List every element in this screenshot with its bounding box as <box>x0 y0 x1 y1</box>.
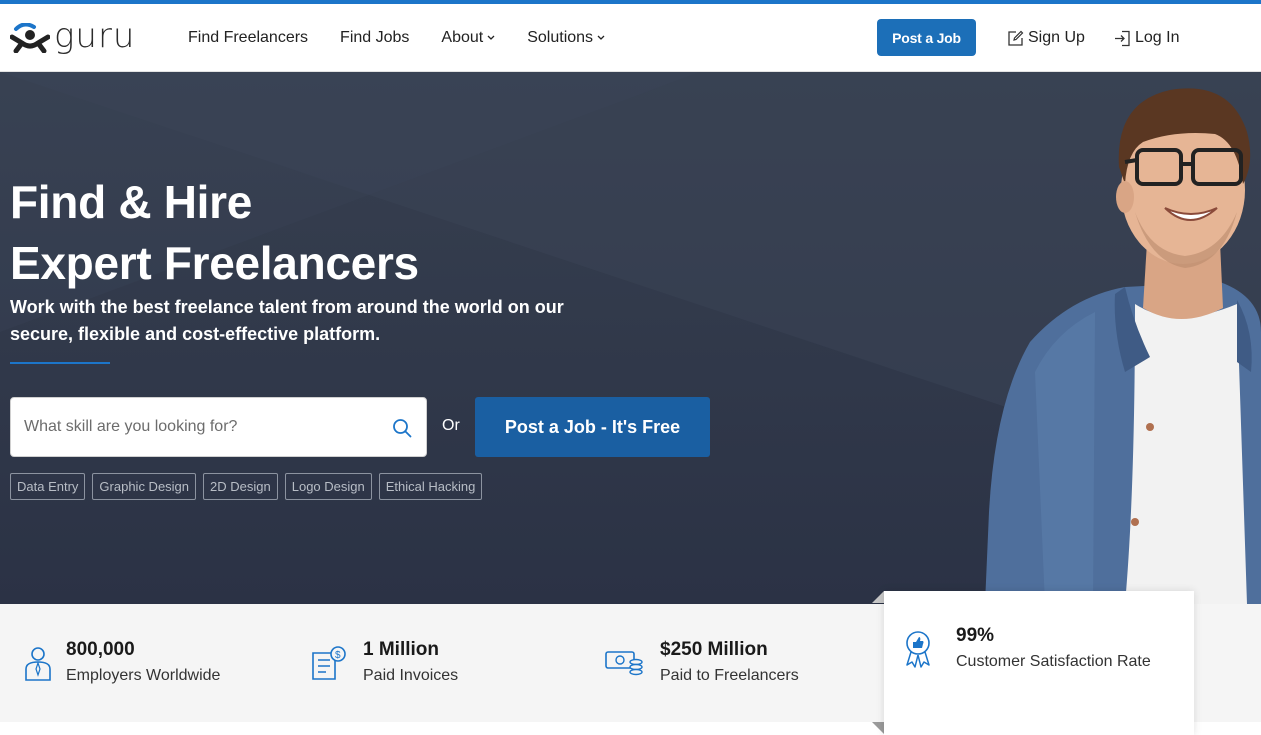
stat-label: Paid to Freelancers <box>660 667 799 684</box>
money-icon <box>604 643 644 683</box>
invoice-icon: $ <box>308 643 348 683</box>
card-fold-top <box>872 591 884 603</box>
stat-value: 1 Million <box>363 639 439 660</box>
hero-title: Find & Hire Expert Freelancers <box>10 172 419 294</box>
stat-paid: $250 Million Paid to Freelancers <box>604 604 799 722</box>
tag-2d-design[interactable]: 2D Design <box>203 473 278 500</box>
logo-wordmark: guru <box>54 16 136 56</box>
svg-text:$: $ <box>335 650 341 661</box>
guru-logo[interactable]: guru <box>10 16 136 56</box>
nav-solutions[interactable]: Solutions <box>527 29 605 47</box>
employer-icon <box>18 643 58 683</box>
chevron-down-icon <box>487 35 495 40</box>
nav-find-jobs[interactable]: Find Jobs <box>340 29 409 47</box>
login-icon <box>1115 30 1130 46</box>
award-ribbon-icon <box>898 629 938 669</box>
stat-label: Customer Satisfaction Rate <box>956 653 1151 670</box>
skill-search-box <box>10 397 427 457</box>
hero-title-line1: Find & Hire <box>10 176 253 228</box>
post-job-button[interactable]: Post a Job <box>877 19 976 56</box>
sign-up-link[interactable]: Sign Up <box>1007 4 1085 72</box>
stat-employers: 800,000 Employers Worldwide <box>18 604 220 722</box>
stat-value: $250 Million <box>660 639 768 660</box>
stat-label: Paid Invoices <box>363 667 459 684</box>
stat-satisfaction: 99% Customer Satisfaction Rate <box>898 591 1151 735</box>
popular-skill-tags: Data Entry Graphic Design 2D Design Logo… <box>10 473 489 500</box>
skill-search-input[interactable] <box>11 398 381 456</box>
stat-value: 800,000 <box>66 639 135 660</box>
stat-label: Employers Worldwide <box>66 667 221 684</box>
tag-data-entry[interactable]: Data Entry <box>10 473 86 500</box>
log-in-label: Log In <box>1135 29 1180 46</box>
hero-subtitle: Work with the best freelance talent from… <box>10 297 564 344</box>
hero-divider <box>10 362 110 364</box>
smiling-freelancer-image <box>985 88 1261 604</box>
or-text: Or <box>442 417 460 434</box>
search-icon[interactable] <box>392 418 412 438</box>
stat-satisfaction-card: 99% Customer Satisfaction Rate <box>884 591 1194 735</box>
nav-about[interactable]: About <box>441 29 495 47</box>
sign-up-label: Sign Up <box>1028 29 1085 46</box>
nav-label: Find Jobs <box>340 29 410 46</box>
tag-graphic-design[interactable]: Graphic Design <box>92 473 197 500</box>
tag-ethical-hacking[interactable]: Ethical Hacking <box>378 473 483 500</box>
main-nav: Find Freelancers Find Jobs About Solutio… <box>188 4 637 72</box>
nav-label: About <box>441 29 484 46</box>
nav-label: Find Freelancers <box>188 29 309 46</box>
site-header: guru Find Freelancers Find Jobs About So… <box>0 4 1261 72</box>
hero-title-line2: Expert Freelancers <box>10 237 419 289</box>
guru-logo-icon <box>10 23 50 53</box>
hero-section: Find & Hire Expert Freelancers Work with… <box>0 72 1261 604</box>
nav-label: Solutions <box>527 29 594 46</box>
edit-icon <box>1008 30 1024 46</box>
tag-logo-design[interactable]: Logo Design <box>284 473 372 500</box>
nav-find-freelancers[interactable]: Find Freelancers <box>188 29 308 47</box>
log-in-link[interactable]: Log In <box>1114 4 1179 72</box>
stat-value: 99% <box>956 625 995 646</box>
chevron-down-icon <box>597 35 605 40</box>
post-job-free-button[interactable]: Post a Job - It's Free <box>475 397 710 457</box>
card-fold-bottom <box>872 722 884 734</box>
stat-invoices: $ 1 Million Paid Invoices <box>308 604 458 722</box>
